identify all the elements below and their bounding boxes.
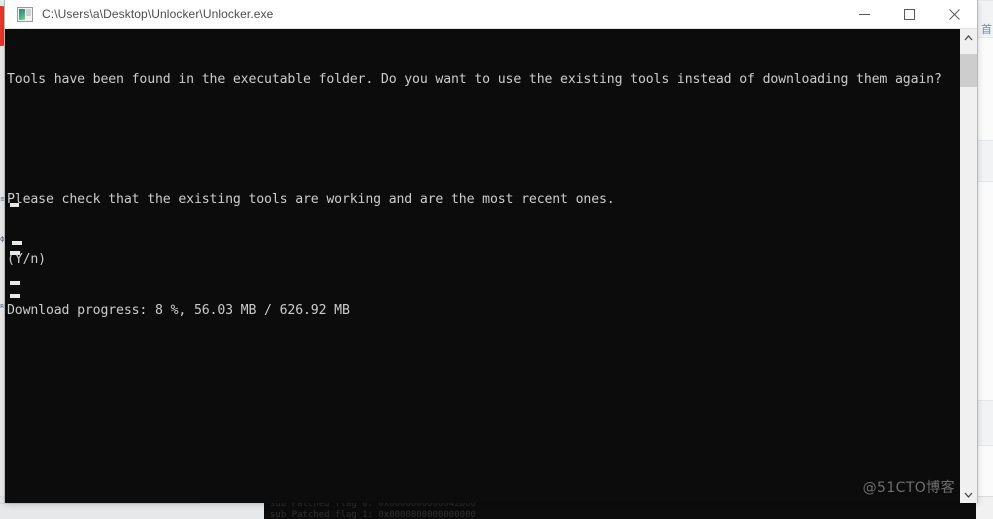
maximize-icon (904, 8, 915, 20)
maximize-button[interactable] (887, 0, 932, 28)
render-artifact (10, 251, 20, 255)
watermark: @51CTO博客 (862, 480, 955, 496)
download-progress-line: Download progress: 8 %, 56.03 MB / 626.9… (7, 303, 350, 318)
background-right-segment (975, 140, 993, 182)
close-icon (949, 8, 960, 20)
render-artifact (10, 281, 20, 285)
scrollbar-up-button[interactable] (960, 29, 977, 46)
console-window[interactable]: C:\Users\a\Desktop\Unlocker\Unlocker.exe (5, 0, 977, 503)
console-line: Tools have been found in the executable … (7, 72, 942, 87)
console-prompt-line: (Y/n) (7, 252, 46, 267)
console-text: Tools have been found in the executable … (7, 30, 960, 310)
minimize-button[interactable] (842, 0, 887, 28)
console-app-icon (17, 6, 33, 22)
background-right-glyph: 首 (981, 23, 992, 36)
window-controls (842, 0, 977, 28)
screen: ≡≡≡ ϕϟ ʀ 首 sub Patched flag 0: 0x0000000… (0, 0, 993, 519)
render-artifact (12, 241, 22, 245)
render-artifact (10, 203, 19, 207)
minimize-icon (859, 13, 870, 15)
console-line: Please check that the existing tools are… (7, 192, 615, 207)
background-right-segment (975, 400, 993, 446)
chevron-up-icon (964, 34, 973, 40)
scrollbar-down-button[interactable] (960, 486, 977, 503)
console-output-area[interactable]: Tools have been found in the executable … (5, 29, 977, 503)
window-title: C:\Users\a\Desktop\Unlocker\Unlocker.exe (42, 7, 274, 21)
render-artifact (10, 294, 20, 298)
background-ghost-line: sub Patched flag 1: 0x0000000000000000 (270, 510, 476, 519)
scrollbar-thumb[interactable] (960, 54, 977, 87)
console-scrollbar[interactable] (959, 29, 977, 503)
chevron-down-icon (964, 492, 973, 498)
title-bar[interactable]: C:\Users\a\Desktop\Unlocker\Unlocker.exe (5, 0, 977, 29)
close-button[interactable] (932, 0, 977, 28)
